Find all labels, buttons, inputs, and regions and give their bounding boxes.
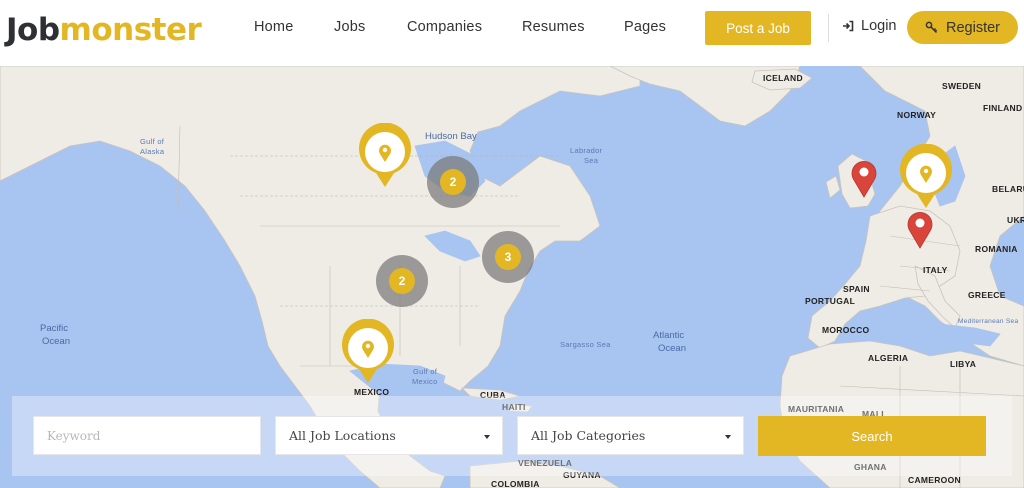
map-label-gulf-alaska-2: Alaska [140, 147, 165, 156]
map-label-cameroon: CAMEROON [908, 475, 961, 485]
login-label: Login [861, 18, 897, 34]
register-button[interactable]: Register [907, 11, 1018, 44]
cluster-count: 2 [389, 268, 415, 294]
job-pin-icon[interactable] [897, 144, 955, 210]
map-label-ukraine: UKR [1007, 215, 1024, 225]
map-label-atlantic-2: Ocean [658, 343, 686, 354]
map-label-hudson-bay: Hudson Bay [425, 131, 477, 142]
map-label-pacific-1: Pacific [40, 323, 68, 334]
cluster-marker[interactable]: 3 [482, 231, 534, 283]
map-label-sargasso: Sargasso Sea [560, 340, 611, 349]
map-label-libya: LIBYA [950, 359, 977, 369]
post-job-button[interactable]: Post a Job [705, 11, 811, 45]
cluster-count: 2 [440, 169, 466, 195]
map-label-mediterranean: Mediterranean Sea [958, 318, 1019, 325]
site-header: Jobmonster Home Jobs Companies Resumes P… [0, 0, 1024, 66]
sign-in-icon [843, 20, 854, 32]
map-label-pacific-2: Ocean [42, 336, 70, 347]
location-pin-icon[interactable] [849, 158, 879, 198]
map-label-iceland: ICELAND [763, 73, 803, 83]
map-label-greece: GREECE [968, 290, 1006, 300]
map-label-italy: ITALY [923, 265, 948, 275]
nav-companies[interactable]: Companies [407, 19, 482, 35]
nav-home[interactable]: Home [254, 19, 293, 35]
map-label-sweden: SWEDEN [942, 81, 982, 91]
chevron-down-icon [484, 435, 490, 439]
map-label-morocco: MOROCCO [822, 325, 870, 335]
keyword-input[interactable] [47, 428, 260, 443]
nav-resumes[interactable]: Resumes [522, 19, 585, 35]
map-label-atlantic-1: Atlantic [653, 330, 685, 341]
keyword-field[interactable] [33, 416, 261, 455]
logo-text-dark: Job [6, 12, 60, 48]
chevron-down-icon [725, 435, 731, 439]
job-pin-icon[interactable] [356, 123, 414, 189]
location-pin-icon[interactable] [905, 209, 935, 249]
cluster-marker[interactable]: 2 [376, 255, 428, 307]
map-label-romania: ROMANIA [975, 244, 1018, 254]
map-label-gulf-mexico-1: Gulf of [413, 367, 438, 376]
category-select-value: All Job Categories [531, 428, 646, 443]
nav-jobs[interactable]: Jobs [334, 19, 365, 35]
map-label-labrador-1: Labrador [570, 146, 603, 155]
map-label-portugal: PORTUGAL [805, 296, 856, 306]
login-link[interactable]: Login [842, 18, 896, 34]
header-divider [828, 14, 829, 42]
map-label-belarus: BELARU [992, 184, 1024, 194]
map-label-labrador-2: Sea [584, 156, 599, 165]
map-label-finland: FINLAND [983, 103, 1023, 113]
location-select[interactable]: All Job Locations [275, 416, 503, 455]
category-select[interactable]: All Job Categories [517, 416, 744, 455]
register-label: Register [946, 19, 1000, 36]
map-label-norway: NORWAY [897, 110, 937, 120]
map-label-algeria: ALGERIA [868, 353, 909, 363]
logo-text-yellow: monster [59, 12, 202, 48]
map-label-colombia: COLOMBIA [491, 479, 540, 488]
search-bar: All Job Locations All Job Categories Sea… [12, 396, 1012, 476]
nav-pages[interactable]: Pages [624, 19, 666, 35]
map-label-spain: SPAIN [843, 284, 870, 294]
key-icon [925, 21, 938, 34]
map-label-gulf-mexico-2: Mexico [412, 377, 438, 386]
logo[interactable]: Jobmonster [6, 10, 202, 50]
location-select-value: All Job Locations [289, 428, 396, 443]
map-label-gulf-alaska-1: Gulf of [140, 137, 165, 146]
cluster-marker[interactable]: 2 [427, 156, 479, 208]
cluster-count: 3 [495, 244, 521, 270]
job-pin-icon[interactable] [339, 319, 397, 385]
search-button[interactable]: Search [758, 416, 986, 456]
